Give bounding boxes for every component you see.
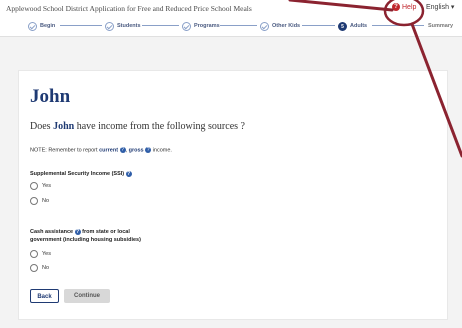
step-programs[interactable]: Programs — [182, 18, 220, 34]
cash-assistance-label: Cash assistance ? from state or local gov… — [30, 228, 141, 243]
option-label: No — [42, 265, 50, 271]
ssi-yes-option[interactable]: Yes — [30, 182, 51, 190]
stepper-connector — [60, 25, 102, 26]
step-other-kids[interactable]: Other Kids — [260, 18, 300, 34]
check-circle-icon — [182, 21, 191, 31]
continue-button[interactable]: Continue — [64, 289, 110, 303]
step-label: Summary — [428, 23, 454, 29]
stepper-connector — [142, 25, 179, 26]
option-label: No — [42, 198, 50, 204]
option-label: Yes — [42, 183, 51, 189]
form-card — [18, 70, 448, 320]
help-label: Help — [402, 3, 417, 11]
radio-button[interactable] — [30, 182, 38, 190]
question-circle-icon: ? — [392, 3, 400, 11]
check-circle-icon — [260, 21, 269, 31]
check-circle-icon — [28, 21, 37, 31]
step-summary[interactable]: Summary — [428, 18, 453, 34]
step-label: Other Kids — [272, 23, 301, 29]
step-label: Adults — [350, 23, 368, 29]
cash-yes-option[interactable]: Yes — [30, 250, 51, 258]
step-label: Begin — [40, 23, 56, 29]
app-title: Applewood School District Application fo… — [6, 4, 252, 13]
ssi-label: Supplemental Security Income (SSI) ? — [30, 170, 132, 177]
language-selector[interactable]: English ▾ — [426, 3, 454, 11]
info-icon[interactable]: ? — [119, 147, 126, 153]
info-icon[interactable]: ? — [125, 170, 132, 177]
option-label: Yes — [42, 251, 51, 257]
step-adults[interactable]: 5 Adults — [338, 18, 367, 34]
step-students[interactable]: Students — [105, 18, 141, 34]
ssi-no-option[interactable]: No — [30, 197, 49, 205]
stepper-connector — [372, 25, 424, 26]
progress-stepper: Begin Students Programs Other Kids 5 Adu… — [0, 18, 462, 34]
radio-button[interactable] — [30, 197, 38, 205]
step-number-icon: 5 — [338, 21, 347, 31]
income-note: NOTE: Remember to report current ?, gros… — [30, 147, 172, 154]
radio-button[interactable] — [30, 250, 38, 258]
help-link[interactable]: ? Help — [392, 3, 416, 11]
stepper-connector — [220, 25, 257, 26]
step-begin[interactable]: Begin — [28, 18, 55, 34]
stepper-connector — [302, 25, 335, 26]
cash-no-option[interactable]: No — [30, 264, 49, 272]
step-label: Students — [117, 23, 141, 29]
income-question: Does John have income from the following… — [30, 121, 245, 132]
back-button[interactable]: Back — [30, 289, 59, 303]
check-circle-icon — [105, 21, 114, 31]
page-title: John — [30, 86, 71, 107]
radio-button[interactable] — [30, 264, 38, 272]
step-label: Programs — [194, 23, 220, 29]
